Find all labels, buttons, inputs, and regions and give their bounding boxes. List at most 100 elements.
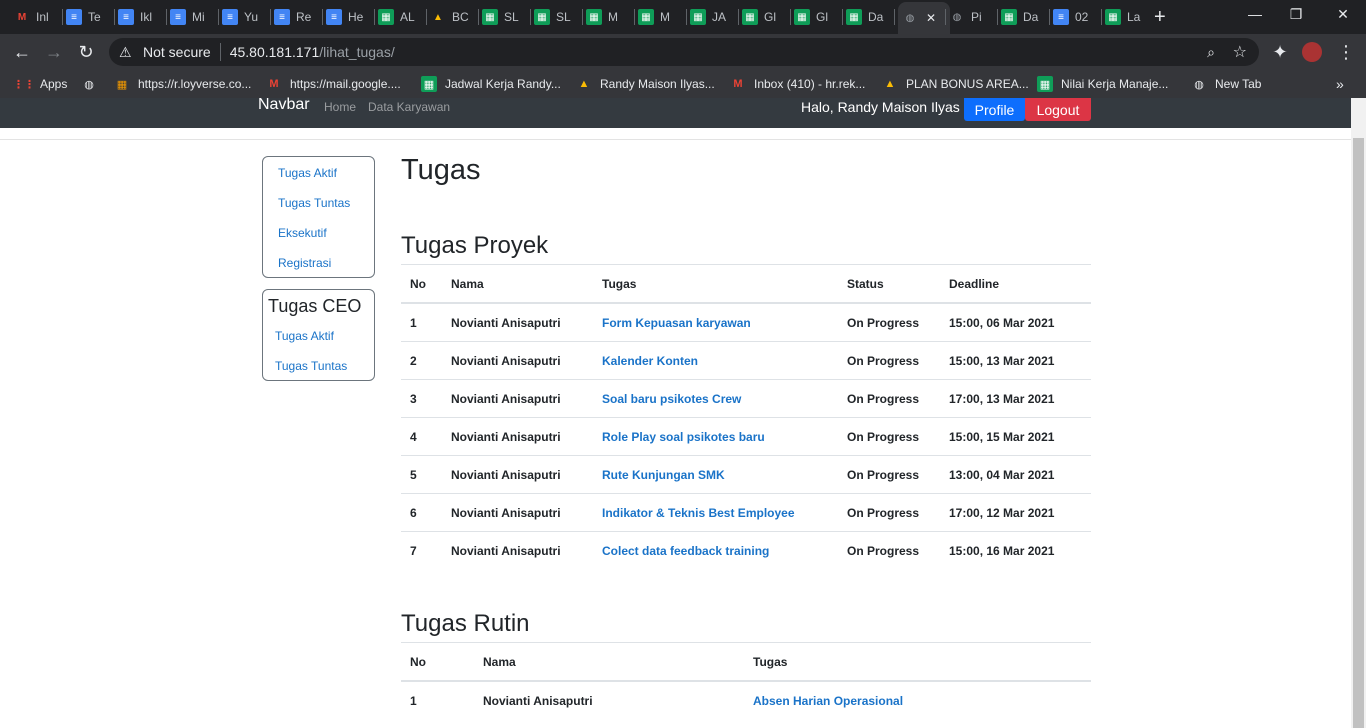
browser-tab[interactable]: M Inl <box>14 4 59 30</box>
browser-tab[interactable]: ▦ JA <box>690 4 735 30</box>
browser-tab[interactable]: ▦ Gl <box>794 4 839 30</box>
bookmark-item[interactable]: ▦ Jadwal Kerja Randy... <box>421 75 561 93</box>
logout-button[interactable]: Logout <box>1025 98 1091 121</box>
sidebar-item-registrasi[interactable]: Registrasi <box>278 256 331 270</box>
table-cell: Novianti Anisaputri <box>442 341 593 380</box>
browser-tab[interactable]: ▦ M <box>638 4 683 30</box>
sidebar-item-tugas-tuntas[interactable]: Tugas Tuntas <box>278 196 350 210</box>
sheets-icon: ▦ <box>846 9 862 25</box>
browser-tab-strip: — ❐ ✕ M Inl ≡ Te ≡ Ikl ≡ Mi ≡ Yu ≡ Re ≡ He ▦ AL ▲ BC ▦ SL ▦ S… <box>0 0 1366 34</box>
browser-tab[interactable]: ≡ He <box>326 4 371 30</box>
browser-tab[interactable]: ▦ M <box>586 4 631 30</box>
tab-separator <box>894 9 895 25</box>
browser-tab-label: Pi <box>971 10 982 24</box>
browser-tab[interactable]: ≡ Re <box>274 4 319 30</box>
browser-tab[interactable]: ▦ Da <box>1001 4 1046 30</box>
bookmark-item[interactable]: Mhttps://mail.google.... <box>266 75 400 93</box>
menu-icon[interactable]: ⋮ <box>1334 40 1358 64</box>
close-tab-icon[interactable]: ✕ <box>926 11 936 25</box>
task-link[interactable]: Indikator & Teknis Best Employee <box>602 506 795 520</box>
table-cell: 15:00, 13 Mar 2021 <box>940 341 1091 380</box>
sheets-icon: ▦ <box>534 9 550 25</box>
sheets-icon: ▦ <box>421 76 437 92</box>
bookmark-item[interactable]: ▦ Nilai Kerja Manaje... <box>1037 75 1168 93</box>
browser-tab[interactable]: ≡ Mi <box>170 4 215 30</box>
task-link[interactable]: Form Kepuasan karyawan <box>602 316 751 330</box>
tab-separator <box>166 9 167 25</box>
browser-tab-label: Yu <box>244 10 259 24</box>
avatar[interactable] <box>1302 42 1322 62</box>
profile-button[interactable]: Profile <box>964 98 1025 121</box>
more-bookmarks-button[interactable]: » <box>1336 75 1344 93</box>
bookmark-item[interactable]: ⋮⋮ Apps <box>13 75 67 93</box>
sidebar-item-tugas-aktif[interactable]: Tugas Aktif <box>278 166 337 180</box>
tab-separator <box>62 9 63 25</box>
bookmark-star-icon[interactable]: ☆ <box>1233 42 1247 62</box>
browser-tab-label: Gl <box>816 10 828 24</box>
extensions-icon[interactable]: ✦ <box>1268 40 1292 64</box>
bookmark-label: Randy Maison Ilyas... <box>600 77 715 91</box>
task-link[interactable]: Role Play soal psikotes baru <box>602 430 765 444</box>
table-cell: 6 <box>401 493 442 532</box>
browser-tab[interactable]: ▲ BC <box>430 4 475 30</box>
browser-tab[interactable]: ◍ Pi <box>949 4 994 30</box>
task-link[interactable]: Absen Harian Operasional <box>753 694 903 708</box>
browser-tab[interactable]: ▦ SL <box>534 4 579 30</box>
browser-tab[interactable]: ▦ Da <box>846 4 891 30</box>
browser-tab[interactable]: ▦ La <box>1105 4 1150 30</box>
browser-tab-label: M <box>608 10 618 24</box>
sheets-icon: ▦ <box>1105 9 1121 25</box>
sidebar-ceo-tugas-tuntas[interactable]: Tugas Tuntas <box>275 359 347 373</box>
table-cell: Novianti Anisaputri <box>442 379 593 418</box>
task-link[interactable]: Soal baru psikotes Crew <box>602 392 741 406</box>
browser-tab[interactable]: ≡ Te <box>66 4 111 30</box>
column-header: Tugas <box>593 264 838 304</box>
bookmark-item[interactable]: ▲ Randy Maison Ilyas... <box>576 75 715 93</box>
nav-link-data-karyawan[interactable]: Data Karyawan <box>368 100 450 114</box>
browser-tab[interactable]: ◍ ✕ <box>898 2 950 34</box>
section-title-proyek: Tugas Proyek <box>401 232 549 259</box>
bookmark-item[interactable]: ▲ PLAN BONUS AREA... <box>882 75 1029 93</box>
close-window-button[interactable]: ✕ <box>1320 6 1366 23</box>
new-tab-button[interactable]: + <box>1154 4 1166 30</box>
nav-link-home[interactable]: Home <box>324 100 356 114</box>
browser-tab-label: Da <box>1023 10 1039 24</box>
forward-icon[interactable]: → <box>42 40 66 64</box>
browser-tab[interactable]: ▦ AL <box>378 4 423 30</box>
browser-tab-label: Gl <box>764 10 776 24</box>
task-link[interactable]: Kalender Konten <box>602 354 698 368</box>
warning-icon: ⚠ <box>119 43 132 60</box>
browser-tab[interactable]: ≡ Yu <box>222 4 267 30</box>
browser-tab[interactable]: ≡ Ikl <box>118 4 163 30</box>
tab-separator <box>582 9 583 25</box>
bookmark-item[interactable]: ◍ <box>81 75 105 93</box>
tab-separator <box>374 9 375 25</box>
bookmark-item[interactable]: M Inbox (410) - hr.rek... <box>730 75 865 93</box>
back-icon[interactable]: ← <box>10 40 34 64</box>
table-row: 2 Novianti Anisaputri Kalender Konten On Pr… <box>401 341 1091 380</box>
reload-icon[interactable]: ↻ <box>74 40 98 64</box>
bookmark-item[interactable]: ◍ New Tab <box>1191 75 1261 93</box>
browser-tab[interactable]: ▦ SL <box>482 4 527 30</box>
scrollbar-thumb[interactable] <box>1353 138 1364 728</box>
browser-tab[interactable]: ≡ 02 <box>1053 4 1098 30</box>
docs-icon: ≡ <box>222 9 238 25</box>
sidebar-ceo-tugas-aktif[interactable]: Tugas Aktif <box>275 329 334 343</box>
minimize-button[interactable]: — <box>1232 6 1278 22</box>
address-bar[interactable]: ⚠ Not secure 45.80.181.171/lihat_tugas/ … <box>109 38 1259 66</box>
restore-button[interactable]: ❐ <box>1273 6 1319 23</box>
bookmark-item[interactable]: ▦ https://r.loyverse.co... <box>114 75 252 93</box>
task-link[interactable]: Colect data feedback training <box>602 544 769 558</box>
zoom-icon[interactable]: ⌕ <box>1207 44 1215 61</box>
table-cell: Form Kepuasan karyawan <box>593 302 838 342</box>
sidebar-item-eksekutif[interactable]: Eksekutif <box>278 226 327 240</box>
navbar-brand[interactable]: Navbar <box>258 96 310 114</box>
browser-tab-label: M <box>660 10 670 24</box>
drive-icon: ▲ <box>433 11 443 23</box>
bookmark-label: Jadwal Kerja Randy... <box>445 77 561 91</box>
browser-tab[interactable]: ▦ Gl <box>742 4 787 30</box>
bookmark-label: https://r.loyverse.co... <box>138 77 252 91</box>
table-row: 5 Novianti Anisaputri Rute Kunjungan SMK On… <box>401 455 1091 494</box>
page-scrollbar[interactable] <box>1351 98 1366 728</box>
task-link[interactable]: Rute Kunjungan SMK <box>602 468 725 482</box>
